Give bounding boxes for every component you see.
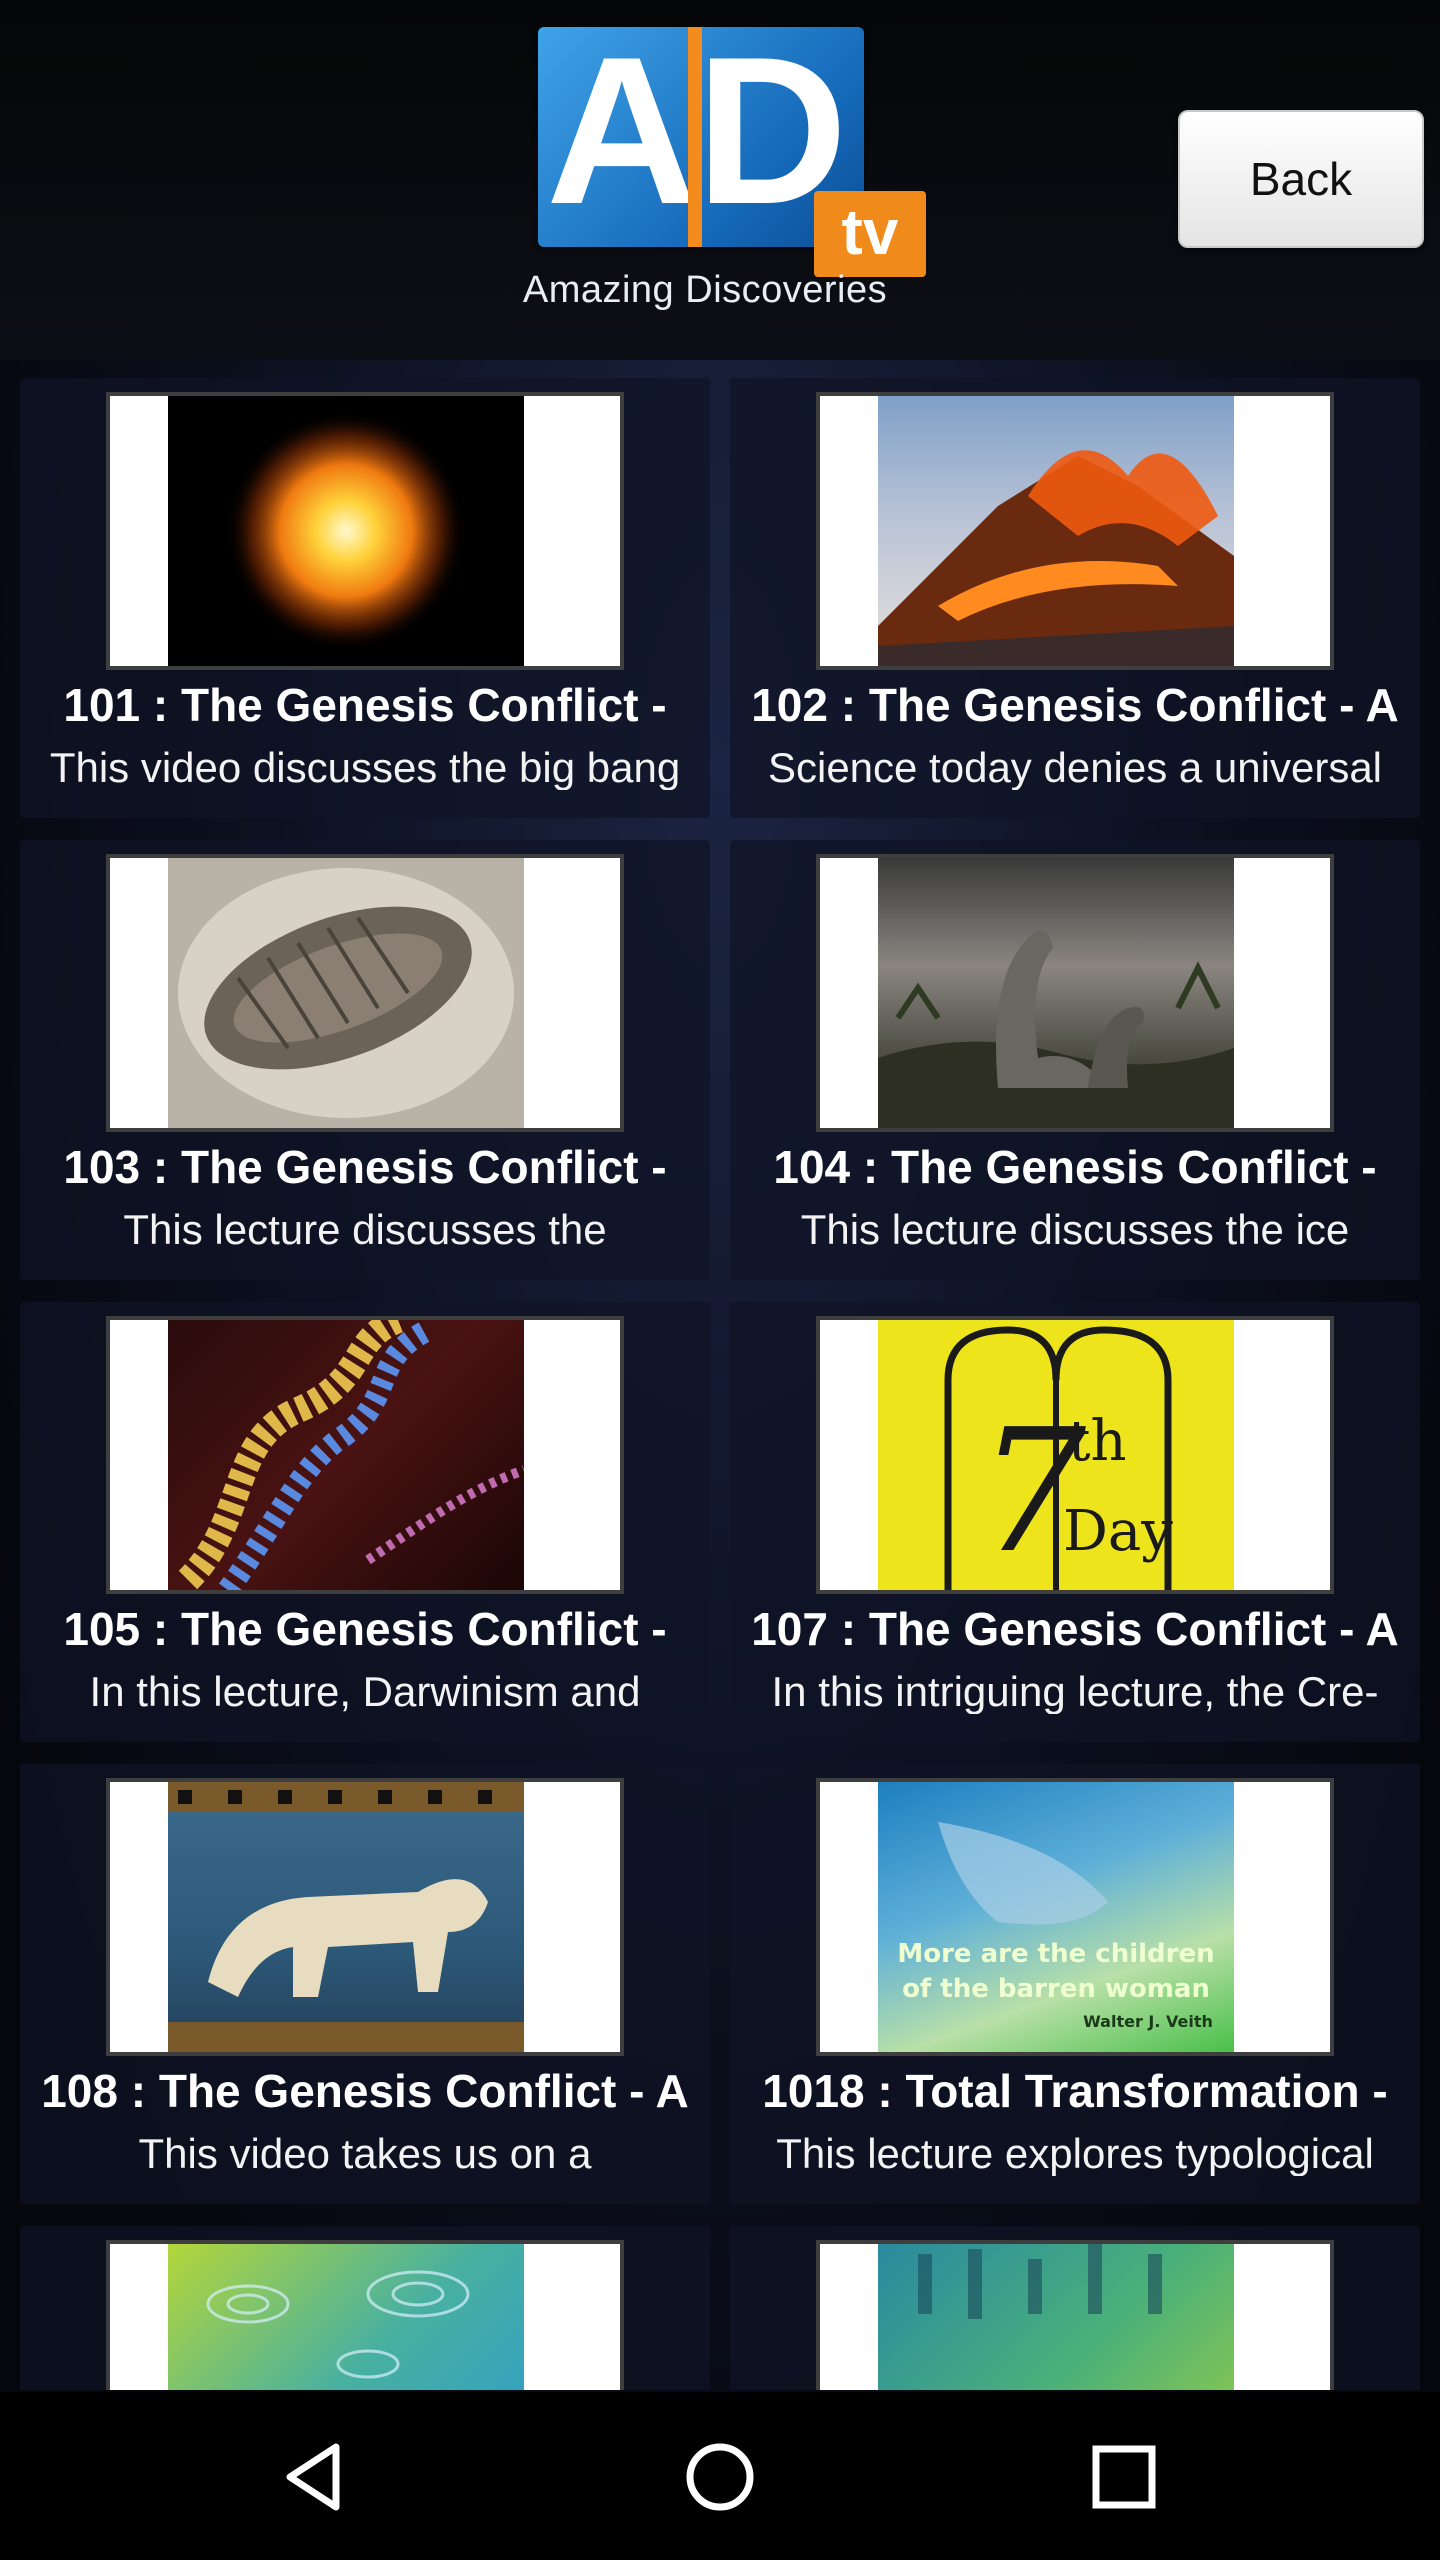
video-description: This lecture discusses the	[123, 1206, 607, 1252]
svg-text:Day: Day	[1063, 1499, 1173, 1564]
thumbnail-frame	[106, 1778, 624, 2056]
triangle-back-icon	[286, 2443, 340, 2511]
thumbnail-frame: 7 th Day	[816, 1316, 1334, 1594]
video-title: 108 : The Genesis Conflict - A	[41, 2065, 689, 2117]
thumbnail-frame	[816, 854, 1334, 1132]
video-card[interactable]: 105 : The Genesis Conflict - In this lec…	[20, 1302, 710, 1742]
thumbnail-frame	[106, 392, 624, 670]
thumbnail-frame	[816, 2240, 1334, 2390]
video-title: 105 : The Genesis Conflict -	[63, 1603, 667, 1655]
video-title: 103 : The Genesis Conflict -	[63, 1141, 667, 1193]
thumbnail-frame	[106, 854, 624, 1132]
nav-home-button[interactable]	[670, 2432, 770, 2522]
dinosaurs-thumbnail	[878, 858, 1234, 1128]
logo-tagline: Amazing Discoveries	[522, 269, 888, 311]
thumbnail-frame	[106, 2240, 624, 2390]
crowd-walking-thumbnail	[878, 2244, 1234, 2390]
thumb-caption-line1: More are the children	[897, 1939, 1214, 1969]
adtv-logo: A D tv Amazing Discoveries	[510, 21, 930, 325]
thumb-caption-line2: of the barren woman	[902, 1974, 1210, 2004]
water-ripples-thumbnail	[168, 2244, 524, 2390]
video-card[interactable]: 104 : The Genesis Conflict - This lectur…	[730, 840, 1420, 1280]
thumbnail-frame	[816, 392, 1334, 670]
video-title: 102 : The Genesis Conflict - A	[751, 679, 1399, 731]
square-recents-icon	[1092, 2445, 1156, 2509]
video-description: This video takes us on a	[138, 2130, 592, 2176]
app-header: A D tv Amazing Discoveries Back	[0, 0, 1440, 360]
video-description: In this lecture, Darwinism and	[89, 1668, 641, 1714]
video-description: Science today denies a universal	[767, 744, 1383, 790]
video-description: This lecture explores typological	[776, 2130, 1374, 2176]
video-card[interactable]: 101 : The Genesis Conflict - This video …	[20, 378, 710, 818]
video-card[interactable]	[20, 2226, 710, 2390]
back-button[interactable]: Back	[1178, 110, 1424, 248]
thumb-caption-author: Walter J. Veith	[1083, 2012, 1213, 2031]
nav-back-button[interactable]	[266, 2432, 366, 2522]
dna-helix-thumbnail	[168, 1320, 524, 1590]
video-title: 104 : The Genesis Conflict -	[773, 1141, 1377, 1193]
video-title: 101 : The Genesis Conflict -	[63, 679, 667, 731]
video-grid: 101 : The Genesis Conflict - This video …	[20, 378, 1420, 2390]
video-card[interactable]: 103 : The Genesis Conflict - This lectur…	[20, 840, 710, 1280]
trilobite-thumbnail	[168, 858, 524, 1128]
thumbnail-frame	[106, 1316, 624, 1594]
video-description: This video discusses the big bang	[49, 744, 681, 790]
video-card[interactable]: More are the children of the barren woma…	[730, 1764, 1420, 2204]
logo-letter-a: A	[546, 13, 698, 248]
thumbnail-frame: More are the children of the barren woma…	[816, 1778, 1334, 2056]
video-card[interactable]	[730, 2226, 1420, 2390]
logo-tv-badge: tv	[814, 191, 926, 277]
seventh-day-tablets-thumbnail: 7 th Day	[878, 1320, 1234, 1590]
volcano-thumbnail	[878, 396, 1234, 666]
nav-recents-button[interactable]	[1074, 2432, 1174, 2522]
video-description: This lecture discusses the ice	[800, 1206, 1350, 1252]
hands-thumbnail: More are the children of the barren woma…	[878, 1782, 1234, 2052]
exploding-star-thumbnail	[168, 396, 524, 666]
video-title: 107 : The Genesis Conflict - A	[751, 1603, 1399, 1655]
video-card[interactable]: 108 : The Genesis Conflict - A This vide…	[20, 1764, 710, 2204]
video-description: In this intriguing lecture, the Cre-	[771, 1668, 1379, 1714]
circle-home-icon	[686, 2443, 754, 2511]
video-card[interactable]: 7 th Day 107 : The Genesis Conflict - A …	[730, 1302, 1420, 1742]
svg-text:th: th	[1068, 1409, 1127, 1474]
babylon-lion-mosaic-thumbnail	[168, 1782, 524, 2052]
video-title: 1018 : Total Transformation -	[762, 2065, 1388, 2117]
system-navigation-bar	[0, 2392, 1440, 2560]
video-card[interactable]: 102 : The Genesis Conflict - A Science t…	[730, 378, 1420, 818]
